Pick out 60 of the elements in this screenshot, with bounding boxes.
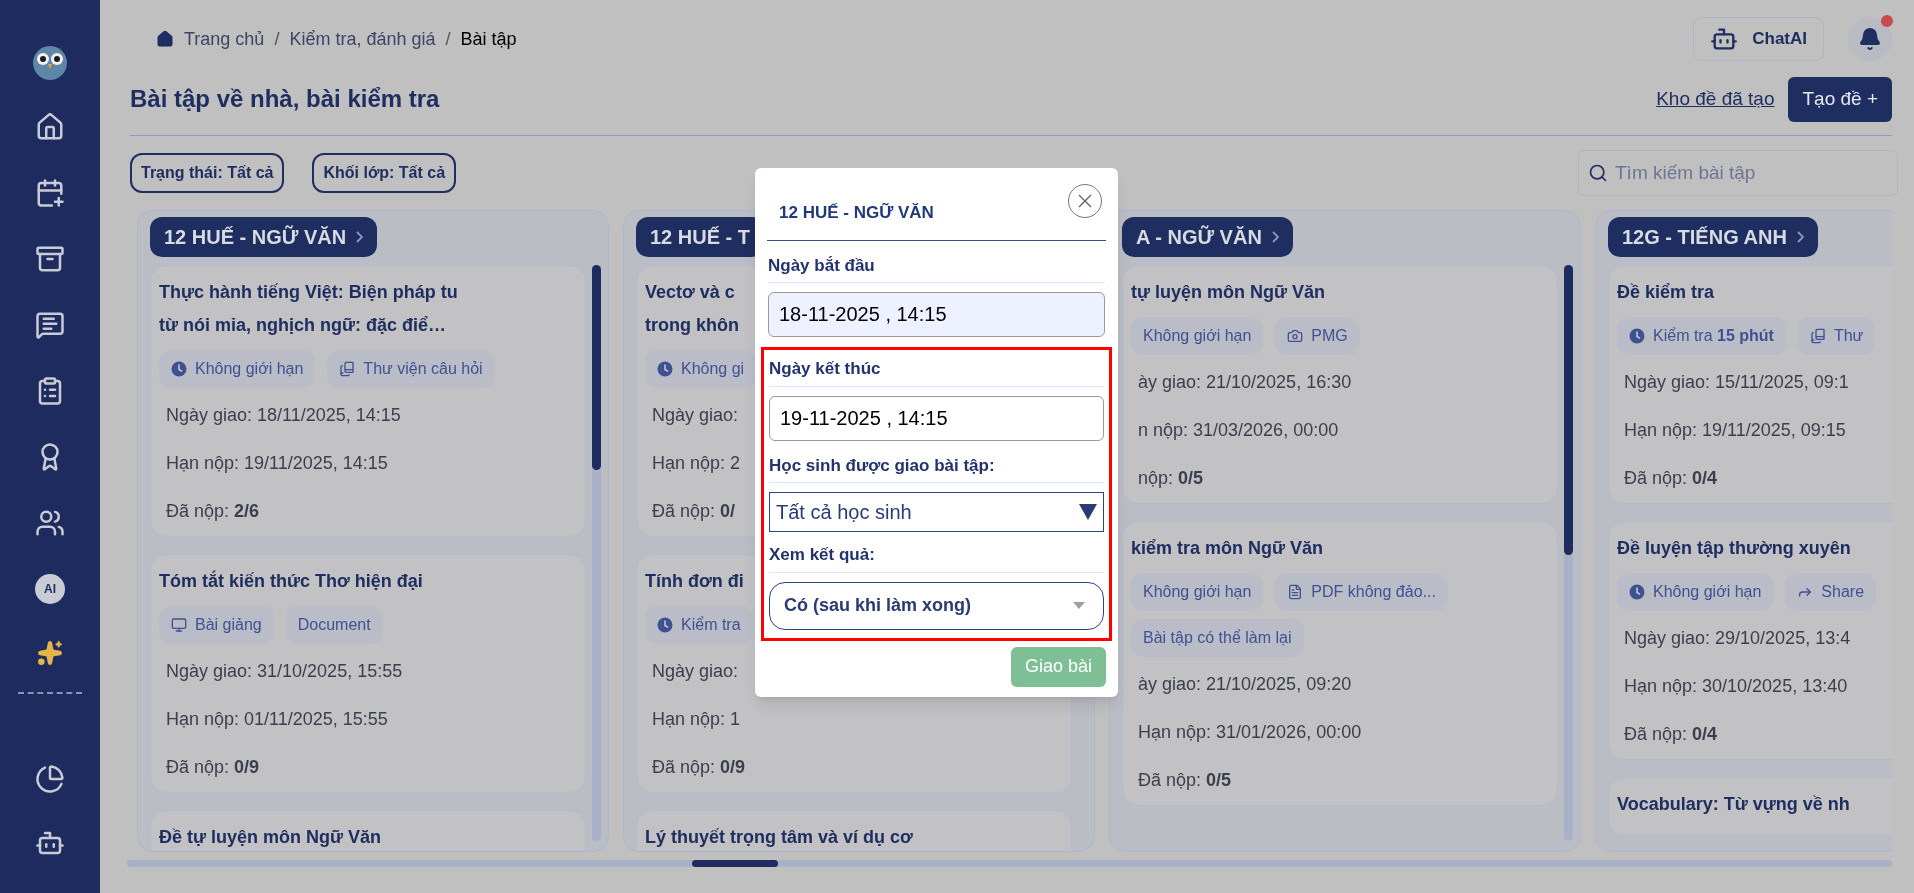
card-title: từ nói mỉa, nghịch ngữ: đặc điể… [159, 314, 447, 337]
card-detail: Đã nộp: 2/6 [166, 500, 260, 522]
card-detail: Hạn nộp: 30/10/2025, 13:40 [1624, 675, 1848, 697]
card-detail: Hạn nộp: 2 [652, 452, 741, 474]
card-detail: ày giao: 21/10/2025, 16:30 [1138, 371, 1352, 393]
breadcrumb-separator: / [445, 27, 451, 51]
field-label: Ngày bắt đầu [768, 252, 1105, 283]
card-title: kiểm tra môn Ngữ Văn [1131, 537, 1324, 560]
card-detail: Ngày giao: 18/11/2025, 14:15 [166, 404, 401, 426]
tag-chip: Thư [1797, 317, 1876, 355]
tag-chip: Không giới hạn [159, 350, 316, 388]
card-title: Đề tự luyện môn Ngữ Văn [159, 826, 382, 849]
card-detail: Đã nộp: 0/ [652, 500, 736, 522]
card-title: Tóm tắt kiến thức Thơ hiện đại [159, 569, 423, 593]
field-label: Ngày kết thúc [769, 356, 1104, 387]
card-detail: nộp: 0/5 [1138, 467, 1204, 489]
card-detail: Hạn nộp: 19/11/2025, 09:15 [1624, 419, 1846, 441]
card-title: Đề luyện tập thường xuyên [1617, 537, 1851, 560]
card-detail: n nộp: 31/03/2026, 00:00 [1138, 419, 1339, 441]
card-detail: Ngày giao: 31/10/2025, 15:55 [166, 660, 403, 682]
card-detail: Ngày giao: [652, 660, 739, 682]
card-title: Vocabulary: Từ vựng về nh [1617, 793, 1850, 816]
card-detail: Hạn nộp: 31/01/2026, 00:00 [1138, 721, 1362, 743]
tag-chip: Không giới hạn [1617, 573, 1774, 611]
card-title: Đề kiểm tra [1617, 281, 1715, 304]
card-title: Tính đơn đi [645, 570, 744, 593]
tag-chip: Kiểm tra 15 phút [1617, 317, 1786, 355]
breadcrumb-separator: / [274, 27, 280, 51]
card-title: tự luyện môn Ngữ Văn [1131, 281, 1326, 304]
tag-chip: Bài giảng [159, 606, 274, 644]
card-title: trong khôn [645, 314, 739, 337]
card-detail: Đã nộp: 0/5 [1138, 769, 1232, 791]
card-detail: Hạn nộp: 1 [652, 708, 741, 730]
card-detail: Đã nộp: 0/4 [1624, 723, 1718, 745]
card-detail: Ngày giao: [652, 404, 739, 426]
field-label: Xem kết quả: [769, 542, 1104, 573]
page-title: Bài tập về nhà, bài kiểm tra [130, 84, 440, 114]
card-detail: ày giao: 21/10/2025, 09:20 [1138, 673, 1352, 695]
tag-chip: PMG [1275, 317, 1360, 355]
tag-chip: Thư viện câu hỏi [327, 350, 495, 388]
card-title: Lý thuyết trọng tâm và ví dụ cơ [645, 826, 913, 849]
tag-chip: Bài tập có thể làm lại [1131, 619, 1304, 657]
tag-chip: Document [285, 606, 383, 644]
card-detail: Ngày giao: 15/11/2025, 09:1 [1624, 371, 1849, 393]
card-detail: Hạn nộp: 19/11/2025, 14:15 [166, 452, 388, 474]
card-detail: Đã nộp: 0/9 [652, 756, 746, 778]
tag-chip: Không giới hạn [1131, 317, 1264, 355]
card-detail: Đã nộp: 0/9 [166, 756, 260, 778]
field-label: Học sinh được giao bài tập: [769, 452, 1104, 483]
tag-chip: Share [1785, 573, 1877, 611]
tag-chip: PDF không đảo... [1275, 573, 1448, 611]
tag-chip: Không giới hạn [1131, 573, 1264, 611]
card-title: Vectơ và c [645, 281, 735, 304]
card-title: Thực hành tiếng Việt: Biện pháp tu [159, 281, 458, 304]
card-detail: Ngày giao: 29/10/2025, 13:4 [1624, 627, 1851, 649]
card-detail: Hạn nộp: 01/11/2025, 15:55 [166, 708, 388, 730]
dialog-title: 12 HUẾ - NGỮ VĂN [779, 202, 934, 224]
tag-chip: Kiểm tra [645, 606, 753, 644]
card-detail: Đã nộp: 0/4 [1624, 467, 1718, 489]
tag-chip: Không gi [645, 350, 757, 388]
